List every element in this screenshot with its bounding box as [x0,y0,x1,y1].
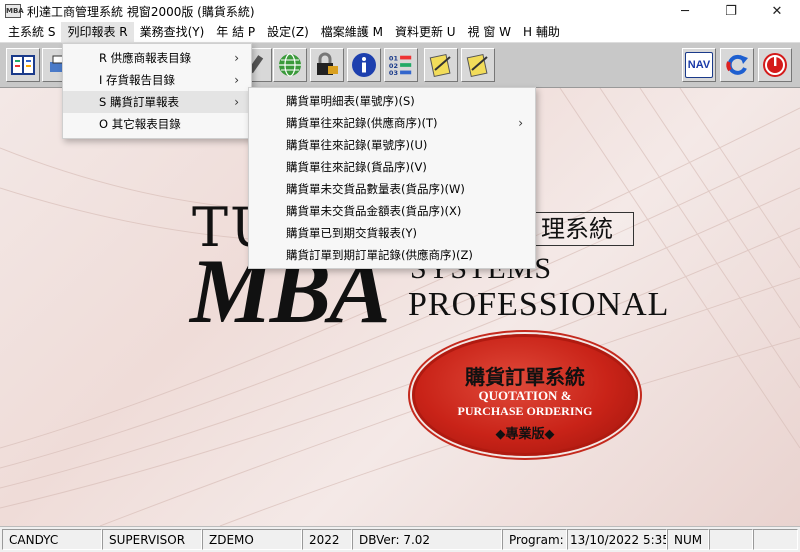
report-icon [10,52,36,78]
menu-item-label: R 供應商報表目錄 [99,51,192,65]
menu-settings[interactable]: 設定(Z) [261,22,315,42]
app-icon: MBA [5,4,24,18]
menu-business-lookup[interactable]: 業務查找(Y) [134,22,211,42]
refresh-button[interactable] [720,48,754,82]
lock-icon [314,52,340,78]
notepad-edit-icon [465,52,491,78]
menu-main-system[interactable]: 主系統 S [2,22,61,42]
submenu-item-label: 購貨單往來記錄(單號序)(U) [286,138,428,152]
badge-edition: ◆專業版◆ [495,427,555,442]
chevron-right-icon: › [518,116,523,130]
numbered-list-icon: 01 02 03 [388,52,414,78]
menu-item-label: I 存貨報告目錄 [99,73,176,87]
maximize-button[interactable]: ❐ [708,0,754,22]
chevron-right-icon: › [234,73,239,87]
status-year: 2022 [302,529,352,550]
submenu-item-label: 購貨單往來記錄(貨品序)(V) [286,160,427,174]
menu-item-other-reports[interactable]: O 其它報表目錄 [63,113,251,135]
submenu-item-history-by-order-no[interactable]: 購貨單往來記錄(單號序)(U) [249,134,535,156]
submenu-item-label: 購貨單未交貨品金額表(貨品序)(X) [286,204,462,218]
chevron-right-icon: › [234,95,239,109]
notepad-edit-button[interactable] [461,48,495,82]
menu-item-purchase-order-reports[interactable]: S 購貨訂單報表 › [63,91,251,113]
window-title: 利達工商管理系統 視窗2000版 (購貨系統) [27,4,255,19]
title-bar: MBA 利達工商管理系統 視窗2000版 (購貨系統) ─ ❐ ✕ [0,0,800,22]
info-icon [351,52,377,78]
menu-item-supplier-reports[interactable]: R 供應商報表目錄 › [63,47,251,69]
nav-label: NAV [687,59,711,71]
status-dbver: DBVer: 7.02 [352,529,502,550]
badge-subtitle-line1: QUOTATION & [478,388,572,403]
globe-icon [277,52,303,78]
menu-item-inventory-reports[interactable]: I 存貨報告目錄 › [63,69,251,91]
power-icon [762,52,788,78]
menu-window[interactable]: 視 窗 W [462,22,518,42]
notepad-button[interactable] [424,48,458,82]
chevron-right-icon: › [234,51,239,65]
nav-button[interactable]: NAV [682,48,716,82]
submenu-item-undelivered-qty[interactable]: 購貨單未交貨品數量表(貨品序)(W) [249,178,535,200]
menu-help[interactable]: H 輔助 [517,22,566,42]
status-numlock: NUM [667,529,709,550]
submenu-item-history-by-item[interactable]: 購貨單往來記錄(貨品序)(V) [249,156,535,178]
menu-item-label: S 購貨訂單報表 [99,95,179,109]
submenu-item-history-by-supplier[interactable]: 購貨單往來記錄(供應商序)(T) › [249,112,535,134]
notepad-icon [428,52,454,78]
exit-button[interactable] [758,48,792,82]
submenu-item-label: 購貨單未交貨品數量表(貨品序)(W) [286,182,465,196]
status-datetime: 13/10/2022 5:35: [567,529,667,550]
logo-professional-text: PROFESSIONAL [408,286,670,323]
nav-icon: NAV [685,52,713,78]
svg-text:03: 03 [389,69,398,77]
submenu-item-due-orders-by-supplier[interactable]: 購貨訂單到期訂單記錄(供應商序)(Z) [249,244,535,266]
minimize-button[interactable]: ─ [662,0,708,22]
status-empty-1 [709,529,753,550]
menu-file-maintenance[interactable]: 檔案維護 M [315,22,389,42]
status-bar: CANDYC SUPERVISOR ZDEMO 2022 DBVer: 7.02… [0,526,800,552]
report-button[interactable] [6,48,40,82]
info-button[interactable] [347,48,381,82]
close-button[interactable]: ✕ [754,0,800,22]
badge-subtitle-line2: PURCHASE ORDERING [457,404,593,418]
submenu-item-label: 購貨單已到期交貨報表(Y) [286,226,417,240]
menu-data-update[interactable]: 資料更新 U [389,22,462,42]
refresh-icon [724,52,750,78]
status-company: ZDEMO [202,529,302,550]
print-reports-menu: R 供應商報表目錄 › I 存貨報告目錄 › S 購貨訂單報表 › O 其它報表… [62,43,252,139]
menu-item-label: O 其它報表目錄 [99,117,181,131]
submenu-item-due-delivery[interactable]: 購貨單已到期交貨報表(Y) [249,222,535,244]
menu-print-reports[interactable]: 列印報表 R [61,22,134,42]
badge-title: 購貨訂單系統 [465,365,585,389]
lock-button[interactable] [310,48,344,82]
submenu-item-undelivered-amount[interactable]: 購貨單未交貨品金額表(貨品序)(X) [249,200,535,222]
submenu-item-order-detail[interactable]: 購貨單明細表(單號序)(S) [249,90,535,112]
list-button[interactable]: 01 02 03 [384,48,418,82]
status-role: SUPERVISOR [102,529,202,550]
submenu-item-label: 購貨訂單到期訂單記錄(供應商序)(Z) [286,248,473,262]
menu-bar: 主系統 S 列印報表 R 業務查找(Y) 年 結 P 設定(Z) 檔案維護 M … [0,22,800,42]
status-empty-2 [753,529,798,550]
status-user: CANDYC [2,529,102,550]
menu-year-end[interactable]: 年 結 P [210,22,261,42]
submenu-item-label: 購貨單明細表(單號序)(S) [286,94,415,108]
status-program-label: Program: [502,529,567,550]
window-controls: ─ ❐ ✕ [662,0,800,22]
internet-button[interactable] [273,48,307,82]
purchase-order-submenu: 購貨單明細表(單號序)(S) 購貨單往來記錄(供應商序)(T) › 購貨單往來記… [248,87,536,269]
submenu-item-label: 購貨單往來記錄(供應商序)(T) [286,116,438,130]
product-badge: 購貨訂單系統 QUOTATION & PURCHASE ORDERING ◆專業… [412,334,638,456]
